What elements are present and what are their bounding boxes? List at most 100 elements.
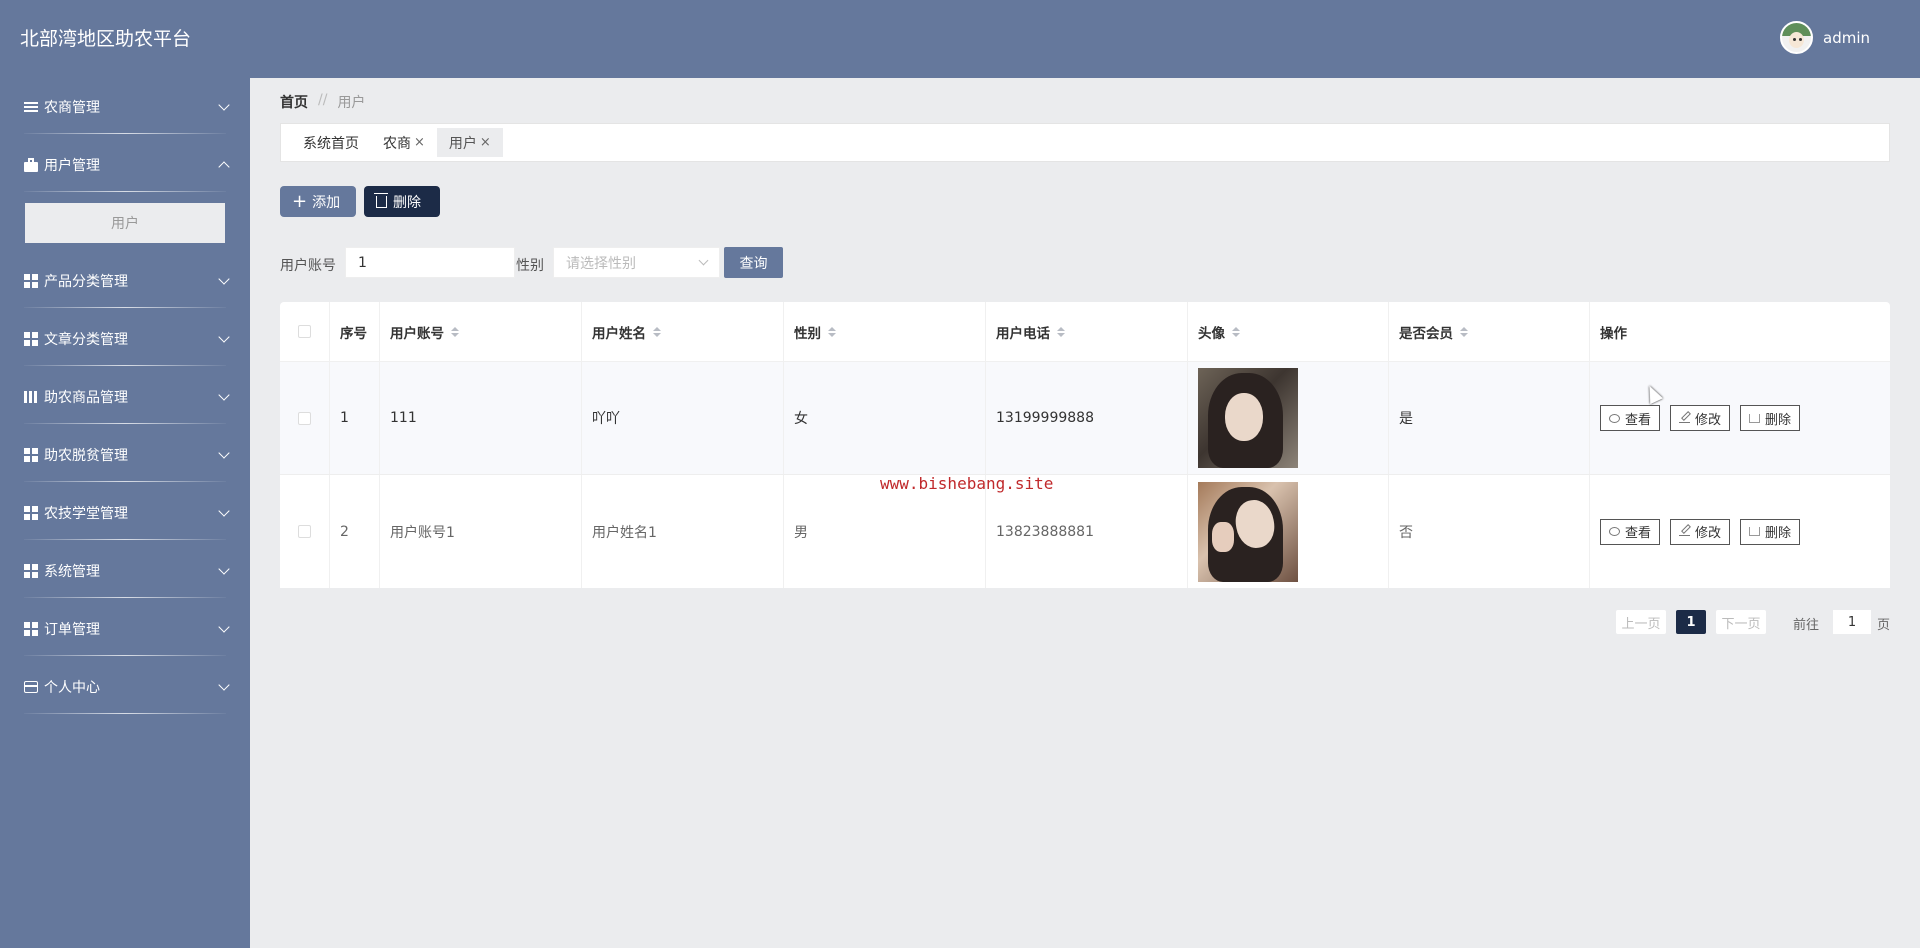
sidebar-item-orders[interactable]: 订单管理 [0,600,250,658]
table-row: 1 111 吖吖 女 13199999888 是 查看 修改 删除 [280,362,1890,475]
user-avatar-image[interactable] [1198,481,1298,582]
view-button[interactable]: 查看 [1600,405,1661,431]
goto-page-input[interactable]: 1 [1833,610,1871,634]
row-name: 吖吖 [582,362,784,474]
sidebar-item-user-management[interactable]: 用户管理 [0,136,250,194]
chevron-down-icon [698,255,709,266]
add-button[interactable]: + 添加 [280,186,356,217]
row-delete-button[interactable]: 删除 [1740,405,1801,431]
row-checkbox[interactable] [298,525,311,538]
sidebar-subitem-user[interactable]: 用户 [25,203,225,243]
sidebar-item-label: 农商管理 [44,100,100,116]
page-number-current[interactable]: 1 [1676,610,1706,634]
table-row: 2 用户账号1 用户姓名1 男 13823888881 否 查看 修改 删除 [280,475,1890,588]
edit-label: 修改 [1695,526,1722,541]
column-header-phone[interactable]: 用户电话 [986,302,1188,361]
username[interactable]: admin [1823,29,1870,47]
sort-icon[interactable] [1232,326,1240,337]
edit-icon [1679,414,1691,423]
column-header-avatar[interactable]: 头像 [1188,302,1389,361]
chevron-down-icon [218,389,230,401]
gender-select[interactable]: 请选择性别 [553,247,720,278]
column-header-label: 是否会员 [1399,325,1453,342]
plus-icon: + [292,190,308,212]
row-index: 2 [330,475,380,588]
sidebar-item-label: 文章分类管理 [44,332,128,348]
column-header-account[interactable]: 用户账号 [380,302,582,361]
delete-button-label: 删除 [393,194,421,211]
user-avatar-image[interactable] [1198,368,1298,468]
close-icon[interactable]: × [414,135,425,150]
row-account: 用户账号1 [380,475,582,588]
sidebar: 农商管理 用户管理 用户 产品分类管理 文章分类管理 助农商品管理 助农脱贫管理… [0,78,250,948]
select-all-checkbox[interactable] [298,325,311,338]
view-button[interactable]: 查看 [1600,518,1661,545]
avatar[interactable] [1780,21,1813,54]
sidebar-item-label: 助农脱贫管理 [44,448,128,464]
close-icon[interactable]: × [480,135,491,150]
breadcrumb-separator: // [318,92,328,108]
edit-icon [1679,527,1691,536]
account-search-input[interactable]: 1 [345,247,515,278]
sort-icon[interactable] [653,326,661,337]
sidebar-item-label: 农技学堂管理 [44,506,128,522]
tab-user[interactable]: 用户 × [436,128,503,157]
tab-bar: 系统首页 农商 × 用户 × [280,123,1890,162]
chevron-down-icon [218,99,230,111]
tab-agri-merchant[interactable]: 农商 × [371,128,437,157]
app-title: 北部湾地区助农平台 [20,28,192,50]
column-header-vip[interactable]: 是否会员 [1389,302,1590,361]
row-phone: 13199999888 [986,362,1188,474]
sort-icon[interactable] [828,326,836,337]
edit-button[interactable]: 修改 [1670,405,1731,431]
row-checkbox[interactable] [298,411,311,425]
row-avatar-cell [1188,475,1389,588]
sidebar-item-label: 订单管理 [44,622,100,638]
sidebar-item-product-category[interactable]: 产品分类管理 [0,252,250,310]
chevron-down-icon [218,505,230,517]
column-header-name[interactable]: 用户姓名 [582,302,784,361]
chevron-down-icon [218,621,230,633]
sidebar-item-article-category[interactable]: 文章分类管理 [0,310,250,368]
user-menu[interactable]: admin [1780,21,1870,54]
grid-icon [24,564,38,578]
sidebar-item-system[interactable]: 系统管理 [0,542,250,600]
sidebar-item-profile[interactable]: 个人中心 [0,658,250,716]
sidebar-item-agri-merchant[interactable]: 农商管理 [0,78,250,136]
sidebar-item-agri-products[interactable]: 助农商品管理 [0,368,250,426]
sort-icon[interactable] [1057,326,1065,337]
edit-button[interactable]: 修改 [1670,518,1731,545]
row-delete-button[interactable]: 删除 [1740,518,1801,545]
column-header-label: 用户姓名 [592,325,646,342]
grid-icon [24,332,38,346]
query-button[interactable]: 查询 [724,247,783,278]
column-header-gender[interactable]: 性别 [784,302,986,361]
grid-icon [24,274,38,288]
next-page-button[interactable]: 下一页 [1716,610,1766,634]
row-account: 111 [380,362,582,474]
prev-page-button[interactable]: 上一页 [1616,610,1666,634]
row-index: 1 [330,362,380,474]
row-gender: 女 [784,362,986,474]
sidebar-item-label: 个人中心 [44,680,100,696]
sort-icon[interactable] [451,326,459,337]
row-select-cell [280,362,330,474]
sidebar-item-label: 助农商品管理 [44,390,128,406]
grid-icon [24,448,38,462]
user-table: 序号 用户账号 用户姓名 性别 用户电话 头像 是否会员 操作 1 111 吖吖… [280,302,1890,588]
bag-icon [24,158,38,172]
eye-icon [1609,413,1620,423]
row-vip: 是 [1389,362,1590,474]
sidebar-item-label: 产品分类管理 [44,274,128,290]
sidebar-item-agri-classroom[interactable]: 农技学堂管理 [0,484,250,542]
sort-icon[interactable] [1460,326,1468,337]
breadcrumb-home[interactable]: 首页 [280,92,308,112]
tab-home[interactable]: 系统首页 [291,128,371,157]
delete-button[interactable]: 删除 [364,186,440,217]
tab-label: 用户 [448,135,477,152]
book-icon [24,390,38,404]
sidebar-item-poverty-relief[interactable]: 助农脱贫管理 [0,426,250,484]
row-actions: 查看 修改 删除 [1590,475,1890,588]
gender-label: 性别 [516,258,544,274]
sidebar-item-label: 用户管理 [44,158,100,174]
